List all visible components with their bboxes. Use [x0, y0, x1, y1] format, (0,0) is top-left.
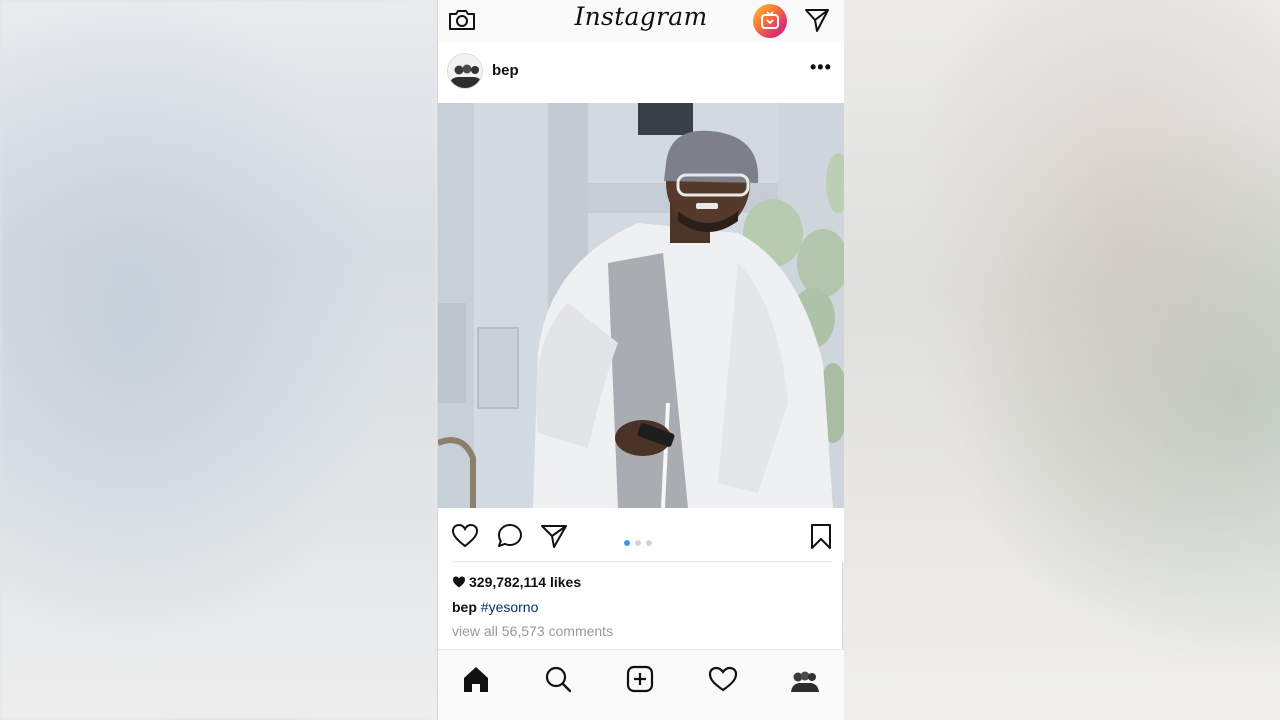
blurred-background-right	[843, 0, 1280, 720]
heart-icon[interactable]	[451, 522, 479, 550]
activity-heart-icon[interactable]	[708, 664, 738, 694]
more-options-icon[interactable]: •••	[810, 57, 832, 78]
view-comments-link[interactable]: view all 56,573 comments	[452, 623, 613, 639]
share-icon[interactable]	[540, 522, 568, 550]
search-icon[interactable]	[543, 664, 573, 694]
phone-screen: Instagram bep ••• 329,782,114 likes bep …	[437, 0, 844, 720]
carousel-dot	[646, 540, 652, 546]
home-icon[interactable]	[461, 664, 491, 694]
bottom-tab-bar	[438, 649, 844, 720]
caption-hashtag[interactable]: #yesorno	[481, 599, 539, 615]
blurred-background-left	[0, 0, 437, 720]
carousel-indicator	[624, 533, 657, 546]
avatar[interactable]	[447, 53, 483, 89]
add-post-icon[interactable]	[625, 664, 655, 694]
carousel-dot-active	[624, 540, 630, 546]
post-header: bep •••	[438, 43, 844, 103]
likes-heart-icon	[453, 576, 465, 588]
likes-text: 329,782,114 likes	[469, 574, 582, 590]
post-actions-bar	[438, 508, 844, 562]
comment-icon[interactable]	[496, 522, 524, 550]
top-navigation-bar: Instagram	[438, 0, 844, 43]
likes-count[interactable]: 329,782,114 likes	[452, 574, 581, 590]
post-username[interactable]: bep	[492, 62, 519, 79]
carousel-dot	[635, 540, 641, 546]
direct-send-icon[interactable]	[804, 7, 830, 33]
instagram-logo: Instagram	[574, 2, 708, 31]
post-photo[interactable]	[438, 103, 844, 508]
post-caption: bep #yesorno	[452, 599, 538, 615]
camera-icon[interactable]	[447, 6, 477, 34]
profile-avatar-icon[interactable]	[790, 664, 820, 694]
bookmark-icon[interactable]	[807, 522, 835, 550]
divider	[452, 561, 832, 562]
caption-username[interactable]: bep	[452, 599, 477, 615]
igtv-icon[interactable]	[753, 4, 787, 38]
